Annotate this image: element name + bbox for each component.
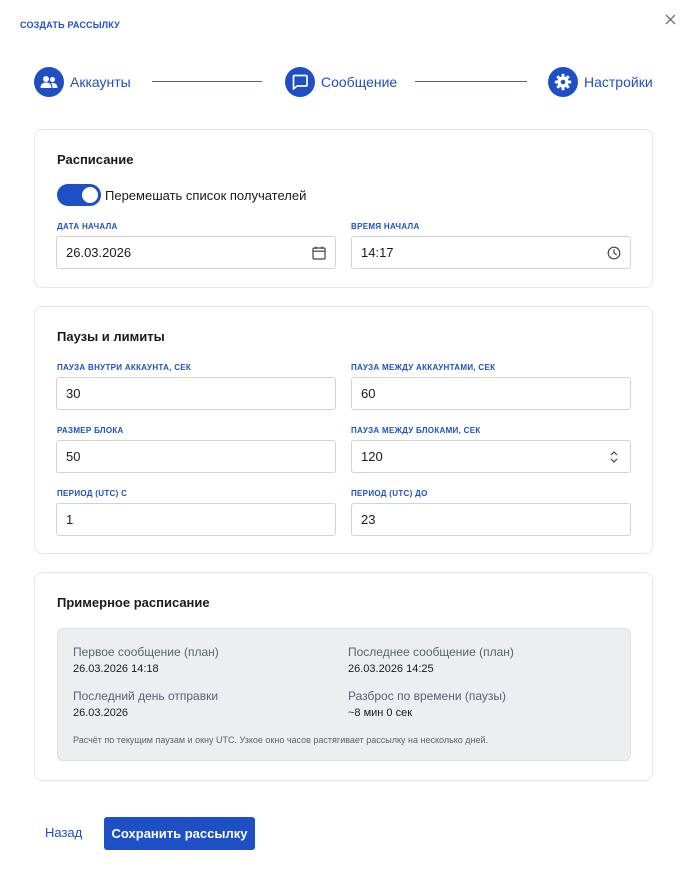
step-accounts[interactable]: Аккаунты <box>34 66 131 98</box>
limits-card: Паузы и лимиты ПАУЗА ВНУТРИ АККАУНТА, СЕ… <box>34 306 653 554</box>
block-size-input[interactable]: 50 <box>56 440 336 473</box>
step-label: Сообщение <box>321 74 398 90</box>
last-day-value: 26.03.2026 <box>73 707 129 719</box>
period-from-label: ПЕРИОД (UTC) С <box>57 489 128 498</box>
card-title: Паузы и лимиты <box>57 329 165 344</box>
step-label: Настройки <box>584 74 653 90</box>
close-button[interactable] <box>660 10 680 28</box>
start-date-label: ДАТА НАЧАЛА <box>57 222 118 231</box>
toggle-knob <box>82 187 98 203</box>
shuffle-toggle[interactable] <box>57 184 101 206</box>
dialog-title: СОЗДАТЬ РАССЫЛКУ <box>20 20 120 30</box>
calendar-icon[interactable] <box>311 245 327 261</box>
pause-between-accounts-value: 60 <box>361 386 376 401</box>
spread-value: ~8 мин 0 сек <box>348 707 413 719</box>
card-title: Примерное расписание <box>57 595 210 610</box>
pause-in-account-label: ПАУЗА ВНУТРИ АККАУНТА, СЕК <box>57 363 192 372</box>
gear-icon <box>548 67 578 97</box>
step-connector <box>152 81 262 82</box>
step-connector <box>415 81 527 82</box>
spread-label: Разброс по времени (паузы) <box>348 689 507 703</box>
pause-between-accounts-label: ПАУЗА МЕЖДУ АККАУНТАМИ, СЕК <box>351 363 496 372</box>
start-time-label: ВРЕМЯ НАЧАЛА <box>351 222 420 231</box>
summary-note: Расчёт по текущим паузам и окну UTC. Узк… <box>73 735 489 745</box>
pause-between-blocks-label: ПАУЗА МЕЖДУ БЛОКАМИ, СЕК <box>351 426 481 435</box>
start-date-input[interactable]: 26.03.2026 <box>56 236 336 269</box>
close-icon <box>665 14 675 24</box>
schedule-summary: Первое сообщение (план) 26.03.2026 14:18… <box>57 628 631 761</box>
start-date-value: 26.03.2026 <box>66 245 132 260</box>
spinner-arrows-icon <box>610 451 618 463</box>
start-time-value: 14:17 <box>361 245 394 260</box>
pause-between-accounts-input[interactable]: 60 <box>351 377 631 410</box>
pause-between-blocks-input[interactable]: 120 <box>351 440 631 473</box>
step-message[interactable]: Сообщение <box>285 66 397 98</box>
card-title: Расписание <box>57 152 134 167</box>
period-to-input[interactable]: 23 <box>351 503 631 536</box>
first-message-label: Первое сообщение (план) <box>73 645 219 659</box>
period-to-label: ПЕРИОД (UTC) ДО <box>351 489 428 498</box>
period-from-value: 1 <box>66 512 74 527</box>
block-size-label: РАЗМЕР БЛОКА <box>57 426 124 435</box>
last-message-value: 26.03.2026 14:25 <box>348 663 434 675</box>
block-size-value: 50 <box>66 449 81 464</box>
last-day-label: Последний день отправки <box>73 689 219 703</box>
period-to-value: 23 <box>361 512 376 527</box>
users-icon <box>34 67 64 97</box>
period-from-input[interactable]: 1 <box>56 503 336 536</box>
step-settings[interactable]: Настройки <box>548 66 653 98</box>
chat-bubble-icon <box>285 67 315 97</box>
pause-in-account-value: 30 <box>66 386 81 401</box>
last-message-label: Последнее сообщение (план) <box>348 645 514 659</box>
step-label: Аккаунты <box>70 74 131 90</box>
pause-in-account-input[interactable]: 30 <box>56 377 336 410</box>
start-time-input[interactable]: 14:17 <box>351 236 631 269</box>
first-message-value: 26.03.2026 14:18 <box>73 663 159 675</box>
number-spinner[interactable] <box>606 449 622 465</box>
schedule-card: Расписание Перемешать список получателей… <box>34 129 653 288</box>
pause-between-blocks-value: 120 <box>361 449 383 464</box>
save-mailing-button[interactable]: Сохранить рассылку <box>104 817 255 850</box>
back-button[interactable]: Назад <box>45 825 82 840</box>
clock-icon[interactable] <box>606 245 622 261</box>
estimate-card: Примерное расписание Первое сообщение (п… <box>34 572 653 781</box>
stepper: Аккаунты Сообщение Настройки <box>34 66 654 98</box>
shuffle-label: Перемешать список получателей <box>105 188 307 203</box>
